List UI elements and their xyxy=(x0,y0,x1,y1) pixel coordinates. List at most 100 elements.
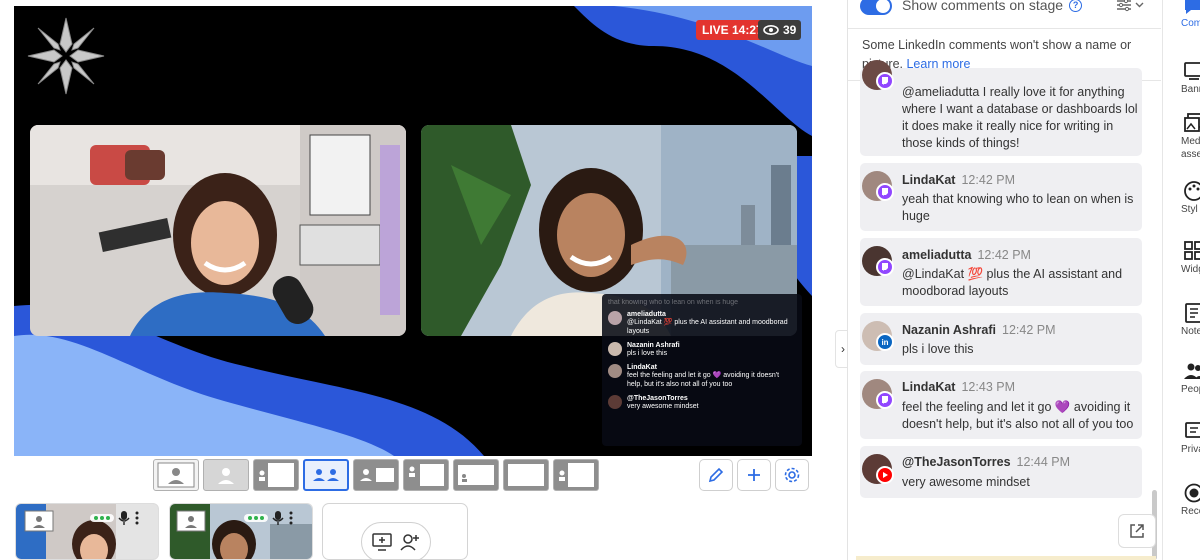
rail-tab-recording[interactable]: Recor xyxy=(1163,482,1200,542)
overlay-comment-text: pls i love this xyxy=(627,350,668,357)
connection-quality-icon xyxy=(244,514,268,522)
invite-guest-icon xyxy=(400,534,419,551)
filter-chevron-icon xyxy=(1117,0,1144,12)
layout-cropped-button[interactable] xyxy=(203,459,249,491)
avatar xyxy=(608,311,622,325)
avatar xyxy=(608,395,622,409)
palette-icon xyxy=(1184,181,1200,201)
rail-tab-private-chat[interactable]: Private xyxy=(1163,420,1200,480)
stage-canvas: LIVE 14:27 39 that knowing who to lean o… xyxy=(14,6,812,456)
separator xyxy=(848,28,1161,29)
overlay-comment: Nazanin Ashrafi pls i love this xyxy=(608,342,796,358)
layout-screen-left-button[interactable] xyxy=(403,459,449,491)
comment-time: 12:44 PM xyxy=(1016,455,1071,469)
overlay-comment: @TheJasonTorres very awesome mindset xyxy=(608,395,796,411)
layout-pip-icon xyxy=(360,468,394,482)
microphone-icon[interactable] xyxy=(118,510,130,526)
overlay-comment-name: Nazanin Ashrafi xyxy=(627,342,680,349)
more-options-icon[interactable] xyxy=(288,511,294,525)
stage-tools xyxy=(699,459,809,491)
stage-comment-overlay: that knowing who to lean on when is huge… xyxy=(602,294,802,446)
layout-side-by-side-icon xyxy=(313,469,339,481)
twitch-icon xyxy=(876,391,894,409)
overlay-comment-name: LindaKat xyxy=(627,364,657,371)
plus-icon xyxy=(748,469,760,481)
comment-text: pls i love this xyxy=(902,342,974,356)
participant-thumbnail-1[interactable] xyxy=(15,503,159,560)
rail-tab-people[interactable]: Peop xyxy=(1163,360,1200,420)
private-chat-icon xyxy=(1185,422,1200,438)
participant-thumbnail-2[interactable] xyxy=(169,503,313,560)
microphone-icon[interactable] xyxy=(272,510,284,526)
layout-solo-icon[interactable] xyxy=(176,510,206,532)
layout-side-by-side-button[interactable] xyxy=(303,459,349,491)
layout-side-screen-button[interactable] xyxy=(553,459,599,491)
gear-icon xyxy=(784,467,800,483)
chevron-right-icon: › xyxy=(841,342,845,356)
comment-card[interactable]: in Nazanin Ashrafi 12:42 PM pls i love th… xyxy=(860,313,1142,365)
comments-icon xyxy=(1185,0,1200,14)
layout-fullscreen-button[interactable] xyxy=(503,459,549,491)
comment-time: 12:42 PM xyxy=(1002,323,1056,337)
comment-card[interactable]: LindaKat 12:42 PM yeah that knowing who t… xyxy=(860,163,1142,231)
comment-time: 12:42 PM xyxy=(961,173,1015,187)
comment-author: Nazanin Ashrafi xyxy=(902,323,997,337)
layout-screen-button[interactable] xyxy=(453,459,499,491)
guest-video-feed-1[interactable] xyxy=(30,125,406,336)
comment-author: ameliadutta xyxy=(902,248,972,262)
layout-split-button[interactable] xyxy=(253,459,299,491)
comment-author: @TheJasonTorres xyxy=(902,455,1011,469)
popout-button[interactable] xyxy=(1118,514,1156,548)
layout-pip-button[interactable] xyxy=(353,459,399,491)
add-button[interactable] xyxy=(737,459,771,491)
add-source-button[interactable] xyxy=(361,522,431,560)
comment-author: LindaKat xyxy=(902,173,956,187)
rail-tab-widgets[interactable]: Widg xyxy=(1163,240,1200,300)
overlay-comment-text: @LindaKat 💯 plus the AI assistant and mo… xyxy=(627,319,788,335)
rail-label: Recor xyxy=(1181,506,1200,517)
avatar xyxy=(608,364,622,378)
comment-text: @LindaKat 💯 plus the AI assistant and mo… xyxy=(902,267,1123,298)
thumbnail-status xyxy=(244,510,294,526)
video-frame-1 xyxy=(30,125,406,336)
comment-card[interactable]: @ameliadutta I really love it for anythi… xyxy=(860,60,1142,156)
comment-header: ameliadutta 12:42 PM xyxy=(902,248,1031,262)
rail-tab-comments[interactable]: Comm xyxy=(1163,0,1200,54)
layout-solo-icon xyxy=(157,462,195,488)
help-icon[interactable]: ? xyxy=(1069,0,1083,12)
right-rail: Comm Bann Med asse Styl Widg Note Peop xyxy=(1162,0,1200,560)
twitch-icon xyxy=(876,258,894,276)
rail-tab-style[interactable]: Styl xyxy=(1163,180,1200,240)
rail-label: Peop xyxy=(1181,384,1200,395)
banner-icon xyxy=(1184,62,1200,80)
layout-solo-icon[interactable] xyxy=(24,510,54,532)
more-options-icon[interactable] xyxy=(134,511,140,525)
comments-panel: Show comments on stage ? Some LinkedIn c… xyxy=(848,0,1161,560)
comment-card[interactable]: LindaKat 12:43 PM feel the feeling and le… xyxy=(860,371,1142,439)
layout-solo-button[interactable] xyxy=(153,459,199,491)
thumbnail-controls xyxy=(176,510,206,532)
settings-button[interactable] xyxy=(775,459,809,491)
rail-tab-media-assets[interactable]: Med asse xyxy=(1163,112,1200,172)
layout-cropped-icon xyxy=(218,468,234,484)
edit-button[interactable] xyxy=(699,459,733,491)
show-comments-toggle[interactable] xyxy=(860,0,892,15)
rail-label: Comm xyxy=(1181,18,1200,29)
rail-label: Bann xyxy=(1181,84,1200,95)
avatar xyxy=(608,342,622,356)
comment-time: 12:42 PM xyxy=(977,248,1031,262)
show-comments-label: Show comments on stage xyxy=(902,0,1064,13)
comment-card[interactable]: ameliadutta 12:42 PM @LindaKat 💯 plus the… xyxy=(860,238,1142,306)
comment-card[interactable]: @TheJasonTorres 12:44 PM very awesome min… xyxy=(860,446,1142,498)
overlay-comment: ameliadutta @LindaKat 💯 plus the AI assis… xyxy=(608,311,796,336)
layout-split-icon xyxy=(259,463,294,487)
layout-screen-icon xyxy=(458,465,494,485)
filter-icon[interactable] xyxy=(1116,0,1144,15)
add-source-area xyxy=(322,503,468,560)
viewer-count-badge: 39 xyxy=(758,20,802,40)
external-link-icon xyxy=(1130,524,1144,538)
show-comments-toggle-row: Show comments on stage ? xyxy=(860,0,1150,16)
rail-tab-banners[interactable]: Bann xyxy=(1163,60,1200,120)
eye-icon xyxy=(763,25,779,35)
rail-tab-notes[interactable]: Note xyxy=(1163,302,1200,362)
